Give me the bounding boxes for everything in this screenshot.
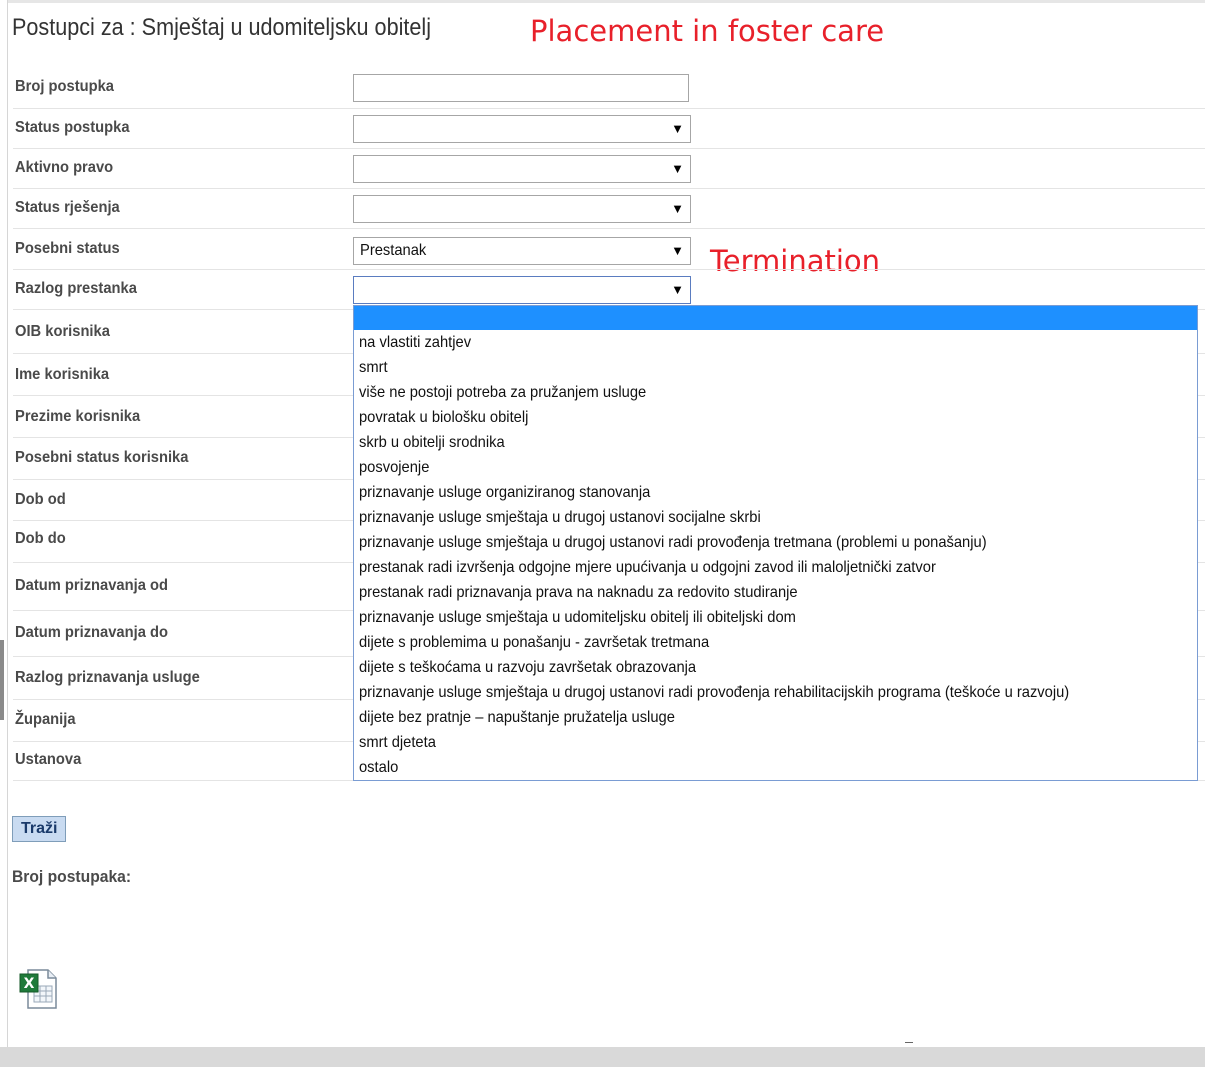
dropdown-option[interactable]: ostalo (354, 755, 1197, 780)
label-razlog-priznavanja-usluge: Razlog priznavanja usluge (15, 669, 200, 686)
label-zupanija: Županija (15, 711, 76, 728)
dropdown-option[interactable]: povratak u biološku obitelj (354, 405, 1197, 430)
label-datum-priznavanja-do: Datum priznavanja do (15, 624, 168, 641)
page-title: Postupci za : Smještaj u udomiteljsku ob… (12, 14, 432, 41)
chevron-down-icon: ▼ (671, 282, 684, 297)
label-status-rjesenja: Status rješenja (15, 199, 120, 216)
label-posebni-status: Posebni status (15, 240, 120, 257)
chevron-down-icon: ▼ (671, 121, 684, 136)
svg-text:X: X (24, 976, 35, 992)
excel-icon[interactable]: X (18, 966, 58, 1010)
left-border (0, 0, 8, 1067)
search-button[interactable]: Traži (12, 816, 67, 842)
label-broj-postupka: Broj postupka (15, 78, 114, 95)
excel-export-icon: X (19, 969, 57, 1009)
label-ustanova: Ustanova (15, 751, 82, 768)
label-dob-do: Dob do (15, 530, 66, 547)
label-prezime-korisnika: Prezime korisnika (15, 408, 141, 425)
dropdown-option[interactable] (354, 306, 1197, 330)
aktivno-pravo-select[interactable]: ▼ (353, 155, 691, 183)
dropdown-option[interactable]: prestanak radi priznavanja prava na nakn… (354, 580, 1197, 605)
dropdown-option[interactable]: dijete s problemima u ponašanju - završe… (354, 630, 1197, 655)
dropdown-option[interactable]: prestanak radi izvršenja odgojne mjere u… (354, 555, 1197, 580)
label-aktivno-pravo: Aktivno pravo (15, 159, 114, 176)
dropdown-option[interactable]: priznavanje usluge organiziranog stanova… (354, 480, 1197, 505)
posebni-status-select[interactable]: Prestanak ▼ (353, 237, 691, 265)
chevron-down-icon: ▼ (671, 243, 684, 258)
bottom-mark (905, 1042, 913, 1043)
label-datum-priznavanja-od: Datum priznavanja od (15, 577, 168, 594)
chevron-down-icon: ▼ (671, 201, 684, 216)
razlog-prestanka-dropdown-list[interactable]: na vlastiti zahtjev smrt više ne postoji… (353, 305, 1198, 781)
top-border (0, 0, 1205, 3)
bottom-scrollbar[interactable] (0, 1047, 1205, 1067)
label-razlog-prestanka: Razlog prestanka (15, 280, 137, 297)
dropdown-option[interactable]: priznavanje usluge smještaja u drugoj us… (354, 530, 1197, 555)
label-status-postupka: Status postupka (15, 119, 130, 136)
dropdown-option[interactable]: više ne postoji potreba za pružanjem usl… (354, 380, 1197, 405)
label-posebni-status-korisnika: Posebni status korisnika (15, 449, 189, 466)
results-count-label: Broj postupaka: (12, 867, 132, 886)
status-rjesenja-select[interactable]: ▼ (353, 195, 691, 223)
dropdown-option[interactable]: dijete bez pratnje – napuštanje pružatel… (354, 705, 1197, 730)
annotation-placement: Placement in foster care (530, 14, 885, 48)
chevron-down-icon: ▼ (671, 161, 684, 176)
dropdown-option[interactable]: priznavanje usluge smještaja u udomitelj… (354, 605, 1197, 630)
dropdown-option[interactable]: skrb u obitelji srodnika (354, 430, 1197, 455)
scroll-indicator (0, 640, 4, 720)
label-oib-korisnika: OIB korisnika (15, 323, 110, 340)
broj-postupka-input[interactable] (353, 74, 689, 102)
dropdown-option[interactable]: smrt djeteta (354, 730, 1197, 755)
razlog-prestanka-select[interactable]: ▼ (353, 276, 691, 304)
label-ime-korisnika: Ime korisnika (15, 366, 110, 383)
dropdown-option[interactable]: smrt (354, 355, 1197, 380)
dropdown-option[interactable]: dijete s teškoćama u razvoju završetak o… (354, 655, 1197, 680)
dropdown-option[interactable]: na vlastiti zahtjev (354, 330, 1197, 355)
status-postupka-select[interactable]: ▼ (353, 115, 691, 143)
dropdown-option[interactable]: priznavanje usluge smještaja u drugoj us… (354, 680, 1197, 705)
dropdown-option[interactable]: priznavanje usluge smještaja u drugoj us… (354, 505, 1197, 530)
dropdown-option[interactable]: posvojenje (354, 455, 1197, 480)
label-dob-od: Dob od (15, 491, 66, 508)
